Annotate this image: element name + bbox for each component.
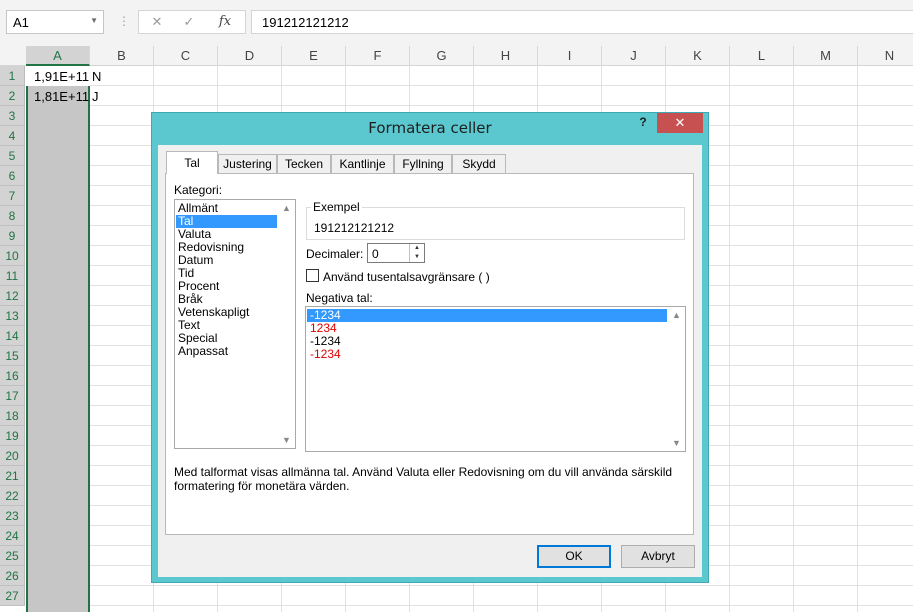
- decimaler-stepper[interactable]: 0 ▲ ▼: [367, 243, 425, 263]
- row-header-16[interactable]: 16: [0, 366, 25, 386]
- row-header-24[interactable]: 24: [0, 526, 25, 546]
- column-header-n[interactable]: N: [858, 46, 913, 66]
- row-header-21[interactable]: 21: [0, 466, 25, 486]
- cell-a2-value: 1,81E+11: [34, 89, 90, 104]
- column-header-c[interactable]: C: [154, 46, 218, 66]
- column-header-l[interactable]: L: [730, 46, 794, 66]
- row-header-13[interactable]: 13: [0, 306, 25, 326]
- row-header-5[interactable]: 5: [0, 146, 25, 166]
- row-header-25[interactable]: 25: [0, 546, 25, 566]
- exempel-label: Exempel: [311, 200, 362, 214]
- format-description: Med talformat visas allmänna tal. Använd…: [174, 465, 673, 493]
- insert-function-icon[interactable]: fx: [215, 14, 235, 32]
- column-header-i[interactable]: I: [538, 46, 602, 66]
- formula-value: 191212121212: [262, 15, 349, 30]
- row-header-22[interactable]: 22: [0, 486, 25, 506]
- column-header-m[interactable]: M: [794, 46, 858, 66]
- exempel-value: 191212121212: [314, 221, 395, 235]
- name-box[interactable]: A1 ▼: [6, 10, 104, 34]
- cell-b1-value: N: [92, 69, 102, 84]
- scroll-up-icon[interactable]: ▲: [282, 203, 291, 213]
- column-headers: ABCDEFGHIJKLMN: [0, 46, 913, 66]
- negative-scrollbar[interactable]: ▲ ▼: [668, 307, 685, 451]
- name-box-value: A1: [13, 15, 29, 30]
- tab-justering[interactable]: Justering: [218, 154, 277, 173]
- scroll-down-icon[interactable]: ▼: [282, 435, 291, 445]
- row-header-11[interactable]: 11: [0, 266, 25, 286]
- tab-tecken[interactable]: Tecken: [277, 154, 331, 173]
- formula-bar: A1 ▼ ⋮ ✕ ✓ fx 191212121212: [0, 0, 913, 46]
- tab-tal[interactable]: Tal: [166, 151, 218, 174]
- thousand-separator-label: Använd tusentalsavgränsare ( ): [323, 270, 490, 284]
- row-header-23[interactable]: 23: [0, 506, 25, 526]
- kategori-label: Kategori:: [174, 183, 223, 197]
- row-header-4[interactable]: 4: [0, 126, 25, 146]
- column-header-e[interactable]: E: [282, 46, 346, 66]
- column-header-g[interactable]: G: [410, 46, 474, 66]
- row-header-9[interactable]: 9: [0, 226, 25, 246]
- spin-down-icon[interactable]: ▼: [409, 253, 424, 262]
- row-header-17[interactable]: 17: [0, 386, 25, 406]
- negative-format-item[interactable]: -1234: [310, 348, 341, 361]
- column-header-h[interactable]: H: [474, 46, 538, 66]
- scroll-up-icon[interactable]: ▲: [672, 310, 681, 320]
- row-header-27[interactable]: 27: [0, 586, 25, 606]
- row-header-1[interactable]: 1: [0, 66, 25, 86]
- row-header-3[interactable]: 3: [0, 106, 25, 126]
- help-icon[interactable]: ?: [636, 115, 650, 133]
- enter-icon[interactable]: ✓: [179, 14, 199, 32]
- dialog-body: Tal Justering Tecken Kantlinje Fyllning Skydd…: [158, 145, 702, 577]
- dialog-title: Formatera celler: [368, 119, 492, 137]
- row-header-8[interactable]: 8: [0, 206, 25, 226]
- column-header-a[interactable]: A: [26, 46, 90, 66]
- decimaler-label: Decimaler:: [306, 247, 364, 261]
- decimaler-value: 0: [372, 247, 379, 261]
- row-header-6[interactable]: 6: [0, 166, 25, 186]
- thousand-separator-checkbox[interactable]: [306, 269, 319, 282]
- category-item[interactable]: Anpassat: [178, 345, 228, 358]
- row-header-10[interactable]: 10: [0, 246, 25, 266]
- formula-bar-separator-icon: ⋮: [118, 14, 130, 28]
- category-list[interactable]: ▲ ▼ Allmänt Tal Valuta Redovisning Datum Tid P…: [174, 199, 296, 449]
- column-header-j[interactable]: J: [602, 46, 666, 66]
- negative-format-list[interactable]: ▲ ▼ -1234 1234 -1234 -1234: [305, 306, 686, 452]
- tab-panel-tal: Kategori: ▲ ▼ Allmänt Tal Valuta Redovisnin…: [165, 173, 694, 535]
- formula-buttons: ✕ ✓ fx: [138, 10, 246, 34]
- category-scrollbar[interactable]: ▲ ▼: [278, 200, 295, 448]
- row-header-7[interactable]: 7: [0, 186, 25, 206]
- tab-fyllning[interactable]: Fyllning: [394, 154, 452, 173]
- cell-a1-value: 1,91E+11: [34, 69, 90, 84]
- row-header-2[interactable]: 2: [0, 86, 25, 106]
- cancel-button[interactable]: Avbryt: [621, 545, 695, 568]
- row-header-20[interactable]: 20: [0, 446, 25, 466]
- row-header-18[interactable]: 18: [0, 406, 25, 426]
- formula-input[interactable]: 191212121212: [251, 10, 913, 34]
- row-header-26[interactable]: 26: [0, 566, 25, 586]
- row-header-14[interactable]: 14: [0, 326, 25, 346]
- negative-format-item[interactable]: -1234: [307, 309, 667, 322]
- row-header-12[interactable]: 12: [0, 286, 25, 306]
- tab-kantlinje[interactable]: Kantlinje: [331, 154, 394, 173]
- tab-skydd[interactable]: Skydd: [452, 154, 506, 173]
- cancel-icon[interactable]: ✕: [147, 14, 167, 32]
- column-header-b[interactable]: B: [90, 46, 154, 66]
- close-button[interactable]: ✕: [657, 113, 703, 133]
- cell-b2-value: J: [92, 89, 99, 104]
- column-header-d[interactable]: D: [218, 46, 282, 66]
- column-a-selection: [26, 66, 90, 612]
- chevron-down-icon[interactable]: ▼: [90, 16, 98, 25]
- row-header-19[interactable]: 19: [0, 426, 25, 446]
- spin-up-icon[interactable]: ▲: [409, 244, 424, 253]
- scroll-down-icon[interactable]: ▼: [672, 438, 681, 448]
- negativa-label: Negativa tal:: [306, 291, 373, 305]
- column-header-k[interactable]: K: [666, 46, 730, 66]
- ok-button[interactable]: OK: [537, 545, 611, 568]
- column-header-f[interactable]: F: [346, 46, 410, 66]
- format-cells-dialog: Formatera celler ? ✕ Tal Justering Tecken K…: [151, 112, 709, 583]
- row-header-15[interactable]: 15: [0, 346, 25, 366]
